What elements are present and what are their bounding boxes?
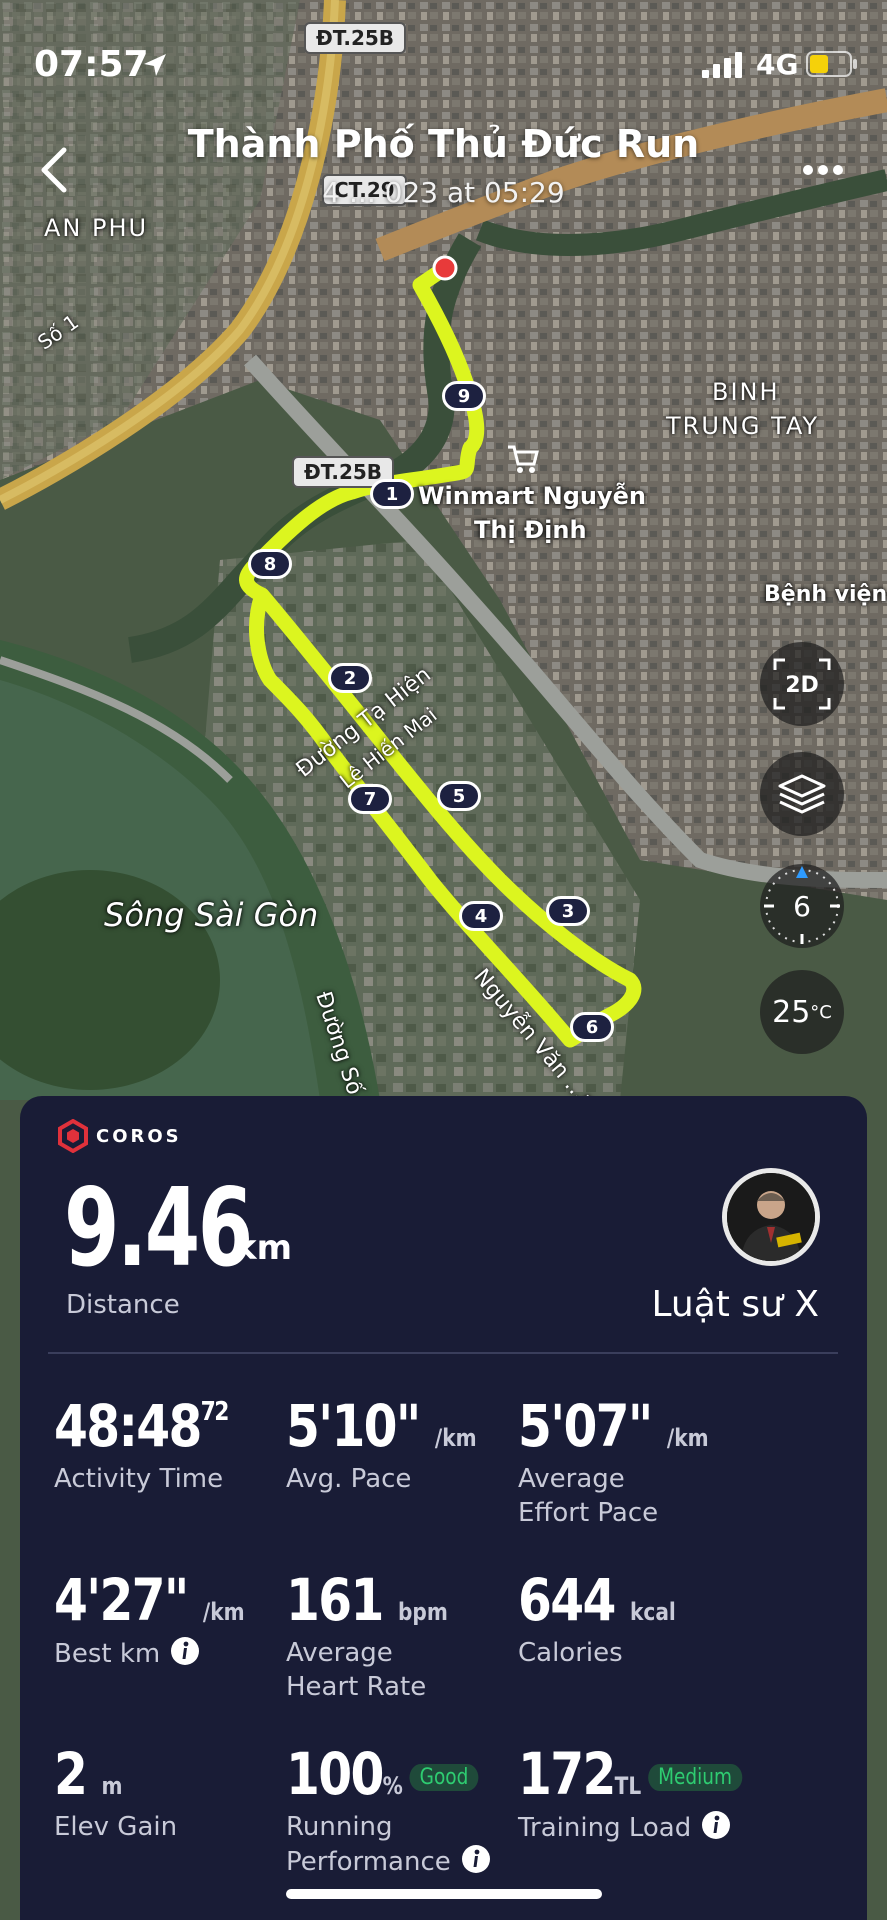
divider — [48, 1352, 838, 1354]
effort-pace-value: 5'07" — [518, 1392, 653, 1460]
weather-temperature-button[interactable]: 25 °C — [760, 970, 844, 1054]
temperature-value: 25 — [772, 994, 811, 1030]
metric-avg-effort-pace: 5'07" /km Average Effort Pace — [518, 1392, 778, 1530]
avg-pace-value: 5'10" — [286, 1392, 421, 1460]
avg-pace-label: Avg. Pace — [286, 1464, 412, 1494]
info-icon[interactable] — [170, 1636, 200, 1666]
activity-time-hundredths: 72 — [200, 1397, 230, 1427]
coros-logo-icon — [58, 1119, 88, 1153]
info-icon[interactable] — [461, 1844, 491, 1874]
metric-avg-pace: 5'10" /km Avg. Pace — [286, 1392, 546, 1496]
elev-gain-value: 2 — [54, 1740, 88, 1808]
avatar[interactable] — [722, 1168, 820, 1266]
running-perf-badge: Good — [409, 1764, 479, 1791]
info-icon[interactable] — [701, 1810, 731, 1840]
activity-summary-card: COROS 9.46 km Distance Luật sư X 48:4872… — [20, 1096, 867, 1920]
heart-rate-value: 161 — [286, 1566, 384, 1634]
training-load-label: Training Load — [518, 1813, 692, 1843]
calories-unit: kcal — [629, 1598, 676, 1626]
training-load-unit: TL — [614, 1772, 642, 1800]
best-km-value: 4'27" — [54, 1566, 189, 1634]
best-km-label: Best km — [54, 1639, 161, 1669]
running-perf-value: 100 — [286, 1740, 384, 1808]
heart-rate-unit: bpm — [397, 1598, 448, 1626]
best-km-unit: /km — [202, 1598, 245, 1626]
heart-rate-label-2: Heart Rate — [286, 1672, 427, 1702]
map-label-benh-vien: Bệnh viện — [764, 582, 887, 607]
km-marker-4[interactable]: 4 — [459, 901, 503, 931]
distance-label: Distance — [66, 1290, 180, 1320]
map-label-song-sai-gon: Sông Sài Gòn — [104, 896, 319, 934]
running-perf-label-2: Performance — [286, 1847, 451, 1877]
more-options-button[interactable] — [798, 150, 848, 190]
distance-value: 9.46 — [64, 1166, 253, 1291]
elev-gain-unit: m — [101, 1772, 123, 1800]
metric-calories: 644 kcal Calories — [518, 1566, 778, 1670]
activity-date: 4 ... 023 at 05:29 — [322, 176, 565, 209]
km-marker-5[interactable]: 5 — [437, 781, 481, 811]
km-marker-6[interactable]: 6 — [570, 1012, 614, 1042]
metric-elev-gain: 2 m Elev Gain — [54, 1740, 314, 1844]
heart-rate-label-1: Average — [286, 1638, 393, 1668]
network-type: 4G — [756, 48, 799, 81]
cellular-signal-icon — [702, 52, 742, 78]
map-label-an-phu: AN PHU — [44, 214, 149, 242]
km-marker-3[interactable]: 3 — [546, 896, 590, 926]
effort-pace-unit: /km — [666, 1424, 709, 1452]
km-marker-1[interactable]: 1 — [370, 479, 414, 509]
training-load-badge: Medium — [647, 1764, 743, 1791]
avatar-image — [727, 1173, 815, 1261]
map-layers-button[interactable] — [760, 752, 844, 836]
calories-label: Calories — [518, 1638, 623, 1668]
metric-running-performance: 100% Good Running Performance — [286, 1740, 546, 1879]
view-2d-icon: 2D — [773, 658, 831, 710]
avg-pace-unit: /km — [434, 1424, 477, 1452]
metric-best-km: 4'27" /km Best km — [54, 1566, 314, 1671]
distance-unit: km — [234, 1228, 293, 1268]
effort-pace-label-2: Effort Pace — [518, 1498, 659, 1528]
view-mode-toggle-button[interactable]: 2D — [760, 642, 844, 726]
map-label-binh: BINH — [712, 378, 780, 406]
shopping-cart-icon[interactable] — [506, 444, 540, 474]
map-label-winmart: Winmart Nguyễn — [418, 482, 647, 510]
metric-avg-heart-rate: 161 bpm Average Heart Rate — [286, 1566, 546, 1704]
user-name: Luật sư X — [651, 1284, 819, 1325]
training-load-value: 172 — [518, 1740, 616, 1808]
view-mode-label: 2D — [785, 673, 819, 698]
km-marker-7[interactable]: 7 — [348, 784, 392, 814]
effort-pace-label-1: Average — [518, 1464, 625, 1494]
page-title: Thành Phố Thủ Đức Run — [187, 122, 700, 166]
start-marker — [432, 255, 458, 281]
running-perf-unit: % — [382, 1772, 403, 1800]
brand-logo: COROS — [56, 1118, 182, 1154]
map-label-winmart-2: Thị Định — [474, 516, 587, 544]
status-bar: 07:57 4G — [0, 0, 887, 120]
activity-time-label: Activity Time — [54, 1464, 224, 1494]
compass-icon: 6 — [764, 866, 840, 944]
running-perf-label-1: Running — [286, 1812, 393, 1842]
calories-value: 644 — [518, 1566, 616, 1634]
metric-activity-time: 48:4872 Activity Time — [54, 1392, 314, 1496]
battery-icon — [806, 51, 857, 77]
temperature-unit: °C — [810, 1001, 832, 1023]
elev-gain-label: Elev Gain — [54, 1812, 178, 1842]
activity-time-value: 48:48 — [54, 1392, 202, 1460]
brand-name: COROS — [96, 1125, 182, 1147]
metric-training-load: 172TL Medium Training Load — [518, 1740, 848, 1845]
clock: 07:57 — [34, 44, 149, 85]
layers-icon — [778, 774, 826, 814]
compass-button[interactable]: 6 — [760, 864, 844, 948]
km-marker-9[interactable]: 9 — [442, 381, 486, 411]
compass-value: 6 — [793, 890, 811, 923]
location-arrow-icon — [144, 54, 166, 76]
home-indicator[interactable] — [286, 1889, 602, 1899]
map-label-trung-tay: TRUNG TAY — [666, 412, 820, 440]
km-marker-2[interactable]: 2 — [328, 663, 372, 693]
km-marker-8[interactable]: 8 — [248, 549, 292, 579]
